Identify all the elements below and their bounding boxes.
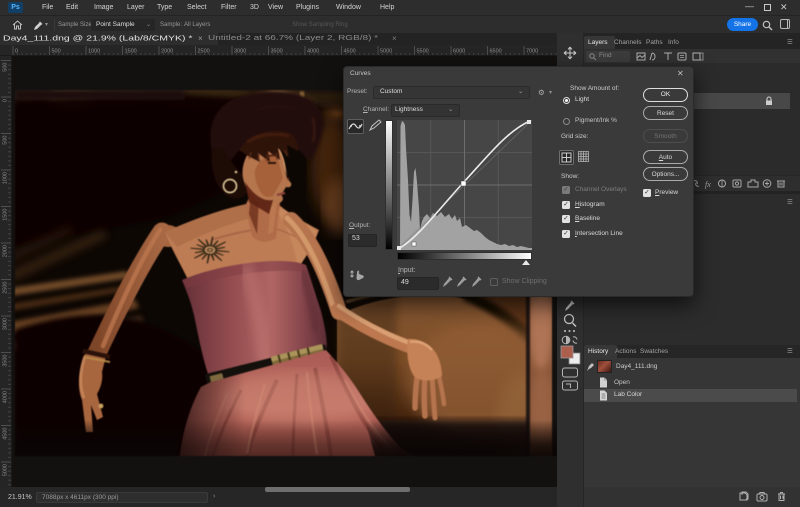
svg-text:3500: 3500 bbox=[271, 49, 283, 55]
svg-text:4500: 4500 bbox=[3, 428, 9, 440]
svg-text:6500: 6500 bbox=[490, 49, 502, 55]
svg-text:fx: fx bbox=[705, 180, 711, 189]
svg-text:1000: 1000 bbox=[88, 49, 100, 55]
svg-text:4000: 4000 bbox=[3, 391, 9, 403]
svg-text:500: 500 bbox=[52, 49, 61, 55]
svg-text:5500: 5500 bbox=[417, 49, 429, 55]
svg-text:6000: 6000 bbox=[453, 49, 465, 55]
svg-text:500: 500 bbox=[3, 136, 9, 145]
svg-text:1500: 1500 bbox=[3, 209, 9, 221]
svg-text:1500: 1500 bbox=[125, 49, 137, 55]
svg-text:3000: 3000 bbox=[3, 318, 9, 330]
svg-text:4000: 4000 bbox=[307, 49, 319, 55]
svg-text:2500: 2500 bbox=[198, 49, 210, 55]
svg-text:7000: 7000 bbox=[526, 49, 538, 55]
svg-text:2500: 2500 bbox=[3, 282, 9, 294]
svg-text:1000: 1000 bbox=[3, 172, 9, 184]
svg-text:0: 0 bbox=[15, 49, 18, 55]
svg-text:2000: 2000 bbox=[3, 245, 9, 257]
svg-text:5000: 5000 bbox=[380, 49, 392, 55]
svg-text:4500: 4500 bbox=[344, 49, 356, 55]
svg-text:3500: 3500 bbox=[3, 355, 9, 367]
svg-text:500: 500 bbox=[3, 63, 9, 72]
svg-text:0: 0 bbox=[3, 99, 9, 102]
svg-text:5000: 5000 bbox=[3, 464, 9, 476]
svg-text:3000: 3000 bbox=[234, 49, 246, 55]
svg-text:2000: 2000 bbox=[161, 49, 173, 55]
